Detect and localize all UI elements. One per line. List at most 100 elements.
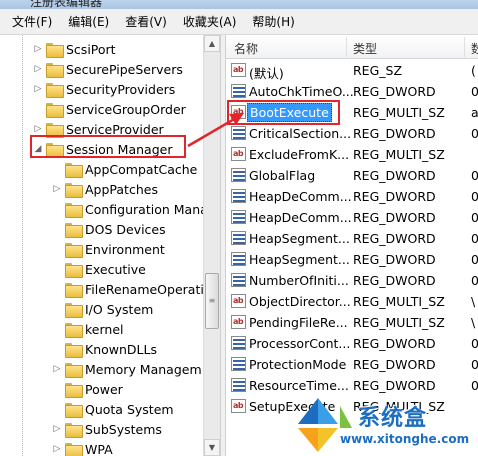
menu-edit[interactable]: 编辑(E) [60, 13, 117, 30]
expand-arrow-icon[interactable]: ▷ [52, 444, 62, 454]
expand-arrow-icon[interactable]: ▷ [52, 424, 62, 434]
tree-item[interactable]: ◢ Session Manager [33, 139, 172, 159]
registry-value-row[interactable]: ResourceTime... REG_DWORD 0 [226, 375, 478, 396]
registry-value-row[interactable]: GlobalFlag REG_DWORD 0 [226, 165, 478, 186]
expand-arrow-icon[interactable]: ▷ [52, 364, 62, 374]
value-name-text: HeapDeComm... [249, 189, 352, 204]
tree-item[interactable]: ▷ AppPatches [52, 179, 158, 199]
registry-tree[interactable]: ▷ ScsiPort ▷ SecurePipeServers ▷ SecurityProv… [0, 35, 220, 456]
menu-help[interactable]: 帮助(H) [244, 13, 302, 30]
registry-value-row[interactable]: ab ObjectDirector... REG_MULTI_SZ \ [226, 291, 478, 312]
scroll-down-button[interactable]: ▼ [204, 439, 220, 456]
registry-value-row[interactable]: HeapSegment... REG_DWORD 0 [226, 228, 478, 249]
value-type: REG_SZ [353, 63, 403, 78]
column-header-data[interactable]: 数 [471, 40, 478, 57]
collapse-arrow-icon[interactable]: ◢ [33, 144, 43, 154]
registry-value-row[interactable]: HeapDeComm... REG_DWORD 0 [226, 186, 478, 207]
value-data: 0 [471, 336, 478, 351]
column-separator[interactable] [464, 37, 465, 57]
value-type: REG_DWORD [353, 252, 436, 267]
menu-view[interactable]: 查看(V) [117, 13, 175, 30]
tree-item[interactable]: I/O System [52, 299, 153, 319]
tree-item[interactable]: ▷ ScsiPort [33, 39, 116, 59]
scroll-thumb[interactable]: ≡ [205, 273, 219, 329]
folder-icon [46, 102, 64, 118]
tree-vertical-scrollbar[interactable]: ▲ ≡ ▼ [203, 35, 220, 456]
tree-item-label: Session Manager [66, 141, 173, 157]
folder-icon [65, 442, 83, 456]
tree-item[interactable]: ▷ ServiceProvider [33, 119, 164, 139]
values-list: 名称 类型 数 ab (默认) REG_SZ(AutoChkTimeO... REG_… [226, 35, 478, 456]
registry-value-row[interactable]: CriticalSection... REG_DWORD 0 [226, 123, 478, 144]
tree-item[interactable]: Power [52, 379, 123, 399]
value-type: REG_DWORD [353, 336, 436, 351]
tree-item[interactable]: Configuration Mana [52, 199, 208, 219]
string-value-icon: ab [231, 147, 246, 161]
binary-value-icon [231, 210, 246, 224]
tree-item-label: SecurePipeServers [66, 61, 183, 77]
tree-item[interactable]: AppCompatCache [52, 159, 197, 179]
tree-item[interactable]: ▷ SecurityProviders [33, 79, 175, 99]
tree-item-label: Quota System [85, 401, 174, 417]
scroll-up-button[interactable]: ▲ [204, 35, 220, 52]
tree-item[interactable]: ▷ WPA [52, 439, 113, 456]
expand-arrow-icon[interactable]: ▷ [33, 64, 43, 74]
tree-item[interactable]: kernel [52, 319, 124, 339]
value-type: REG_MULTI_SZ [353, 315, 445, 330]
expand-arrow-icon[interactable]: ▷ [33, 84, 43, 94]
tree-item[interactable]: ▷ SecurePipeServers [33, 59, 183, 79]
registry-value-row[interactable]: ab (默认) REG_SZ ( [226, 60, 478, 81]
tree-item-label: Environment [85, 241, 165, 257]
registry-value-row[interactable]: HeapDeComm... REG_DWORD 0 [226, 207, 478, 228]
registry-value-row[interactable]: AutoChkTimeO... REG_DWORD 0 [226, 81, 478, 102]
folder-icon [65, 302, 83, 318]
registry-value-row[interactable]: HeapSegment... REG_DWORD 0 [226, 249, 478, 270]
watermark: 系统盒 www.xitonghe.com [290, 394, 478, 456]
folder-icon [65, 282, 83, 298]
registry-value-row[interactable]: NumberOfIniti... REG_DWORD 0 [226, 270, 478, 291]
registry-value-row[interactable]: ab ExcludeFromK... REG_MULTI_SZ [226, 144, 478, 165]
value-name-text: CriticalSection... [249, 126, 352, 141]
tree-item[interactable]: Environment [52, 239, 165, 259]
column-separator[interactable] [346, 37, 347, 57]
folder-icon [46, 82, 64, 98]
value-data: a [471, 105, 478, 120]
tree-item-label: AppPatches [85, 181, 158, 197]
tree-item[interactable]: ▷ Memory Managem [52, 359, 202, 379]
menu-bar: 文件(F) 编辑(E) 查看(V) 收藏夹(A) 帮助(H) [0, 9, 478, 35]
value-name: NumberOfIniti... [249, 273, 349, 288]
column-header-type[interactable]: 类型 [353, 40, 377, 57]
tree-item[interactable]: FileRenameOperatio [52, 279, 211, 299]
folder-icon [65, 422, 83, 438]
tree-item-label: Memory Managem [85, 361, 202, 377]
menu-file[interactable]: 文件(F) [4, 13, 60, 30]
tree-item-label: SubSystems [85, 421, 162, 437]
folder-icon [65, 182, 83, 198]
tree-item-label: I/O System [85, 301, 154, 317]
tree-item[interactable]: ServiceGroupOrder [33, 99, 186, 119]
tree-item-label: SecurityProviders [66, 81, 176, 97]
binary-value-icon [231, 189, 246, 203]
tree-item-label: DOS Devices [85, 221, 166, 237]
expand-arrow-icon[interactable]: ▷ [33, 124, 43, 134]
folder-icon [65, 262, 83, 278]
folder-icon [46, 142, 64, 158]
expand-arrow-icon[interactable]: ▷ [52, 184, 62, 194]
registry-value-row[interactable]: ab PendingFileRe... REG_MULTI_SZ \ [226, 312, 478, 333]
tree-item[interactable]: KnownDLLs [52, 339, 157, 359]
column-header-name[interactable]: 名称 [234, 40, 258, 57]
tree-item-label: ServiceProvider [66, 121, 164, 137]
registry-value-row[interactable]: ProtectionMode REG_DWORD 0 [226, 354, 478, 375]
expand-arrow-icon[interactable]: ▷ [33, 44, 43, 54]
tree-item[interactable]: Executive [52, 259, 146, 279]
binary-value-icon [231, 336, 246, 350]
registry-value-row[interactable]: ab BootExecute REG_MULTI_SZ a [226, 102, 478, 123]
tree-item[interactable]: ▷ SubSystems [52, 419, 162, 439]
registry-value-row[interactable]: ProcessorCont... REG_DWORD 0 [226, 333, 478, 354]
tree-item[interactable]: DOS Devices [52, 219, 166, 239]
value-data: 0 [471, 189, 478, 204]
folder-icon [65, 362, 83, 378]
tree-item[interactable]: Quota System [52, 399, 174, 419]
menu-favorites[interactable]: 收藏夹(A) [175, 13, 245, 30]
tree-item-label: WPA [85, 441, 113, 456]
